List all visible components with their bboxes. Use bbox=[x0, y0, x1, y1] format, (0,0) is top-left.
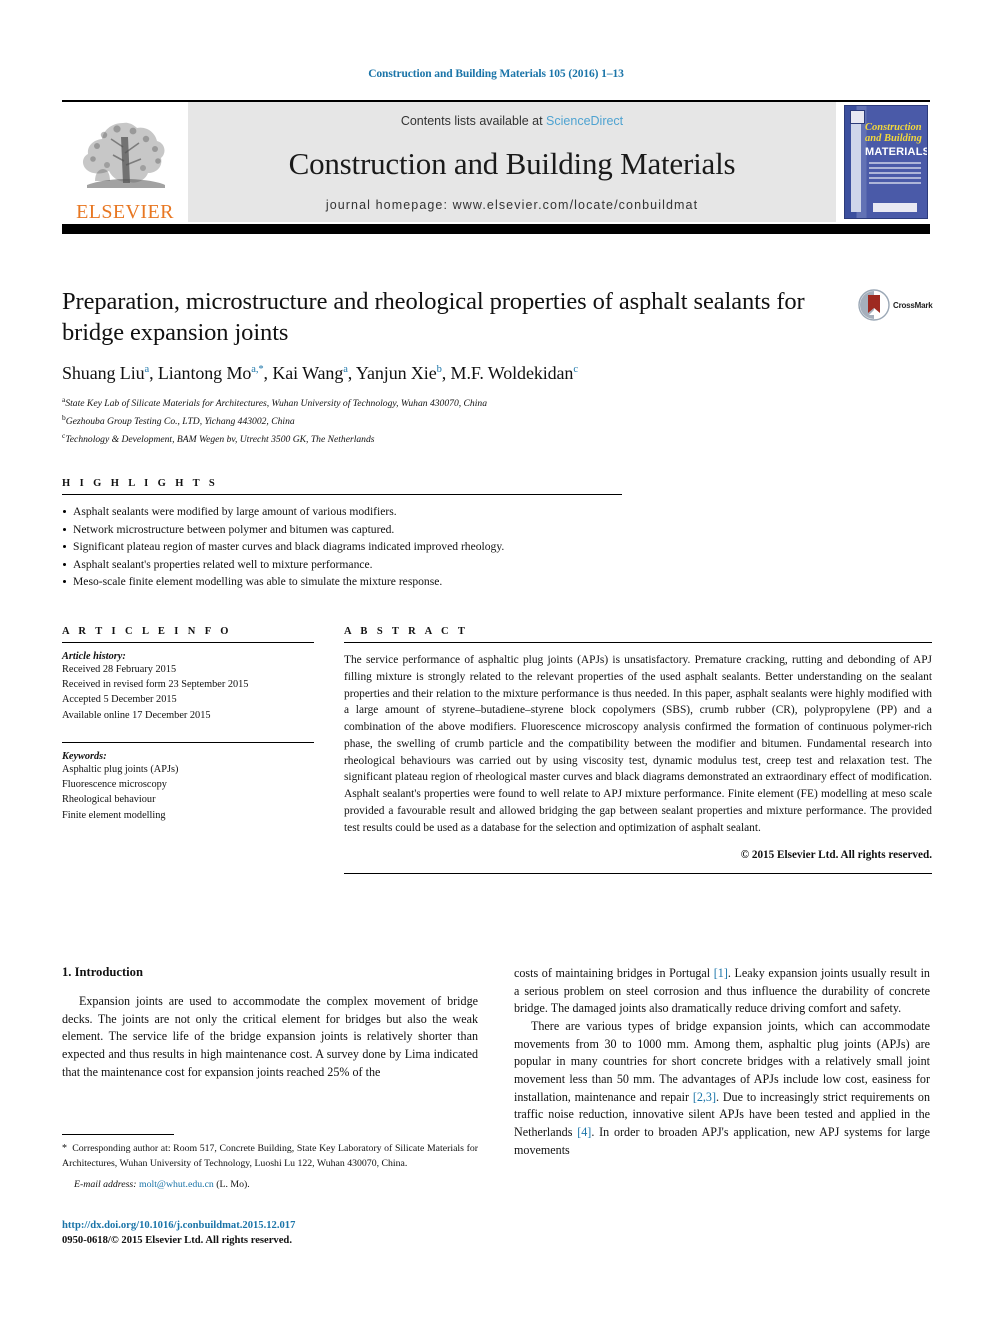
section-heading-introduction: 1. Introduction bbox=[62, 965, 143, 979]
affiliation-list: aState Key Lab of Silicate Materials for… bbox=[62, 394, 852, 448]
abstract-heading: A B S T R A C T bbox=[344, 626, 469, 637]
crossmark-icon bbox=[858, 289, 890, 321]
cover-subtitle-block bbox=[869, 162, 921, 186]
crossmark-label: CrossMark bbox=[893, 300, 933, 310]
cover-title-line3: MATERIALS bbox=[865, 146, 928, 158]
affiliation-b: bGezhouba Group Testing Co., LTD, Yichan… bbox=[62, 412, 852, 430]
body-column-left: 1. Introduction Expansion joints are use… bbox=[62, 965, 478, 1081]
affiliation-c-text: Technology & Development, BAM Wegen bv, … bbox=[65, 434, 375, 445]
journal-masthead: ELSEVIER Contents lists available at Sci… bbox=[62, 100, 930, 234]
article-history-label: Article history: bbox=[62, 651, 126, 662]
crossmark-badge[interactable]: CrossMark bbox=[858, 288, 942, 322]
keyword-item: Finite element modelling bbox=[62, 809, 166, 821]
journal-cover-thumbnail: Construction and Building MATERIALS bbox=[842, 102, 930, 222]
issn-copyright-line: 0950-0618/© 2015 Elsevier Ltd. All right… bbox=[62, 1234, 292, 1246]
journal-title: Construction and Building Materials bbox=[288, 145, 736, 181]
contents-available-line: Contents lists available at ScienceDirec… bbox=[401, 114, 623, 128]
cover-title-line1: Construction bbox=[865, 122, 922, 133]
keyword-item: Fluorescence microscopy bbox=[62, 779, 167, 791]
highlights-rule bbox=[62, 494, 622, 495]
affiliation-b-text: Gezhouba Group Testing Co., LTD, Yichang… bbox=[65, 415, 295, 427]
elsevier-wordmark: ELSEVIER bbox=[76, 201, 174, 223]
list-item: Significant plateau region of master cur… bbox=[62, 538, 622, 556]
affiliation-a: aState Key Lab of Silicate Materials for… bbox=[62, 394, 852, 412]
list-item: Meso-scale finite element modelling was … bbox=[62, 573, 622, 591]
author-list: Shuang Liua, Liantong Moa,*, Kai Wanga, … bbox=[62, 362, 578, 383]
article-history-accepted: Accepted 5 December 2015 bbox=[62, 694, 177, 706]
corresponding-email-note[interactable]: E-mail address: molt@whut.edu.cn (L. Mo)… bbox=[62, 1178, 478, 1192]
highlights-section: H I G H L I G H T S Asphalt sealants wer… bbox=[62, 478, 622, 591]
keyword-item: Asphaltic plug joints (APJs) bbox=[62, 763, 179, 775]
abstract-rule bbox=[344, 642, 932, 643]
title-and-authors: Preparation, microstructure and rheologi… bbox=[62, 286, 852, 448]
intro-paragraph-right-2: There are various types of bridge expans… bbox=[514, 1018, 930, 1157]
intro-paragraph-right-1: costs of maintaining bridges in Portugal… bbox=[514, 966, 930, 1016]
body-column-right: costs of maintaining bridges in Portugal… bbox=[514, 965, 930, 1159]
running-head: Construction and Building Materials 105 … bbox=[368, 68, 624, 80]
imprint-block: http://dx.doi.org/10.1016/j.conbuildmat.… bbox=[62, 1219, 478, 1248]
article-history-received: Received 28 February 2015 bbox=[62, 664, 177, 675]
keyword-item: Rheological behaviour bbox=[62, 794, 156, 806]
elsevier-logo: ELSEVIER bbox=[62, 102, 188, 222]
cover-stripe bbox=[851, 112, 861, 212]
keywords-label: Keywords: bbox=[62, 750, 107, 762]
contents-prefix: Contents lists available at bbox=[400, 114, 547, 128]
abstract-section: A B S T R A C T The service performance … bbox=[344, 626, 932, 875]
abstract-copyright: © 2015 Elsevier Ltd. All rights reserved… bbox=[740, 849, 932, 862]
doi-link[interactable]: http://dx.doi.org/10.1016/j.conbuildmat.… bbox=[62, 1219, 478, 1234]
abstract-bottom-rule bbox=[344, 873, 932, 875]
cover-badge-icon bbox=[850, 110, 865, 124]
list-item: Asphalt sealant's properties related wel… bbox=[62, 556, 622, 574]
highlights-heading: H I G H L I G H T S bbox=[62, 478, 219, 489]
corresponding-author-note: * Corresponding author at: Room 517, Con… bbox=[62, 1143, 478, 1169]
intro-paragraph-left: Expansion joints are used to accommodate… bbox=[62, 994, 478, 1079]
footnote-rule bbox=[62, 1134, 174, 1135]
article-info-rule bbox=[62, 642, 314, 643]
journal-homepage-link[interactable]: journal homepage: www.elsevier.com/locat… bbox=[326, 198, 698, 212]
list-item: Asphalt sealants were modified by large … bbox=[62, 503, 622, 521]
affiliation-c: cTechnology & Development, BAM Wegen bv,… bbox=[62, 430, 852, 448]
abstract-text: The service performance of asphaltic plu… bbox=[344, 654, 932, 834]
footnote-block: * Corresponding author at: Room 517, Con… bbox=[62, 1134, 478, 1192]
affiliation-a-text: State Key Lab of Silicate Materials for … bbox=[65, 397, 487, 409]
article-info-section: A R T I C L E I N F O Article history: R… bbox=[62, 626, 314, 823]
cover-footer-block bbox=[873, 203, 917, 212]
keywords-rule bbox=[62, 741, 314, 743]
journal-article-page: Construction and Building Materials 105 … bbox=[0, 0, 992, 1323]
masthead-center: Contents lists available at ScienceDirec… bbox=[188, 102, 836, 222]
sciencedirect-link[interactable]: ScienceDirect bbox=[546, 114, 623, 128]
article-history-online: Available online 17 December 2015 bbox=[62, 709, 211, 721]
highlights-list: Asphalt sealants were modified by large … bbox=[62, 503, 622, 591]
masthead-bottom-band bbox=[62, 224, 930, 234]
elsevier-tree-icon bbox=[82, 122, 165, 188]
article-info-heading: A R T I C L E I N F O bbox=[62, 626, 232, 637]
list-item: Network microstructure between polymer a… bbox=[62, 521, 622, 539]
article-history-revised: Received in revised form 23 September 20… bbox=[62, 679, 249, 691]
page-title: Preparation, microstructure and rheologi… bbox=[62, 288, 805, 347]
cover-title-line2: and Building bbox=[865, 133, 922, 144]
